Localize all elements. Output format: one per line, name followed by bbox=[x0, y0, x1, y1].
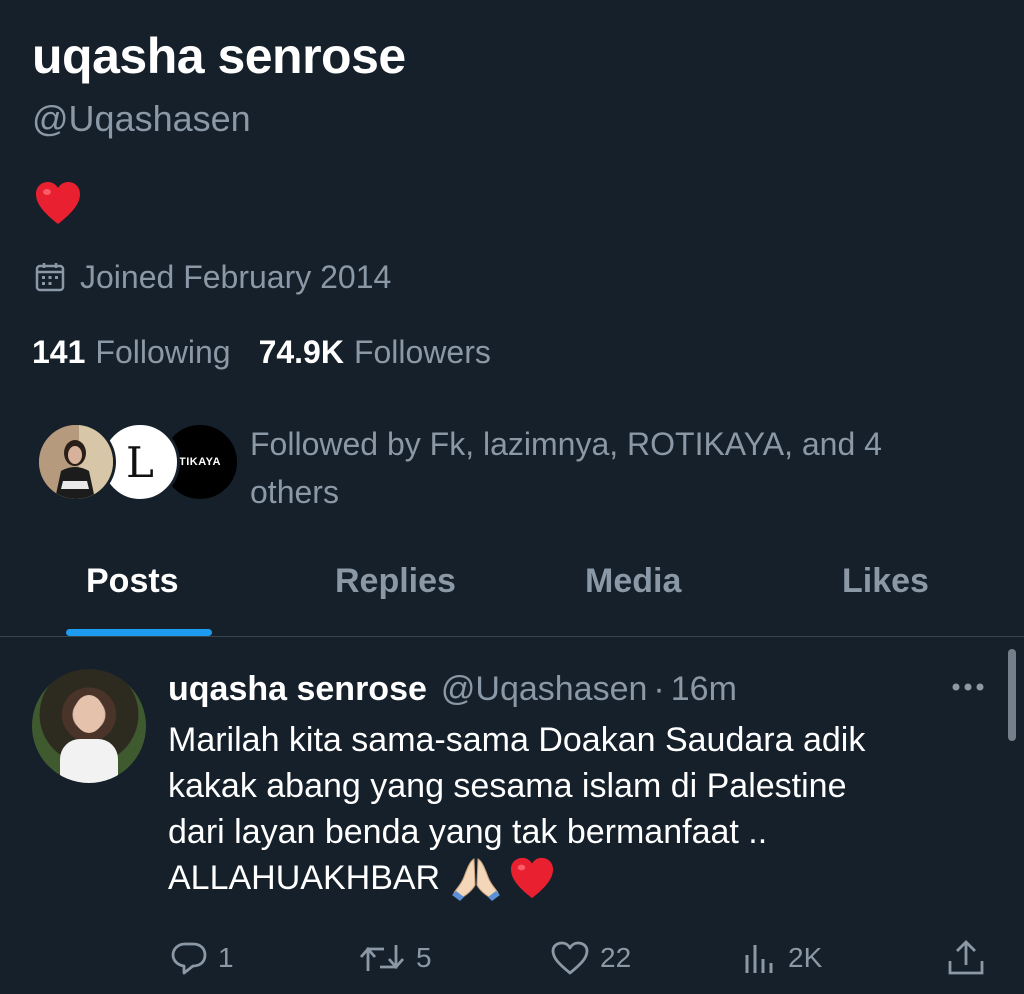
post-author-avatar[interactable] bbox=[32, 669, 146, 783]
profile-display-name: uqasha senrose bbox=[32, 28, 406, 84]
post-author-name[interactable]: uqasha senrose bbox=[168, 670, 427, 709]
post-text-line-last: ALLAHUAKHBAR bbox=[168, 855, 556, 901]
follow-stats: 141 Following 74.9K Followers bbox=[32, 330, 519, 374]
avatar-face bbox=[74, 695, 104, 733]
followers-label: Followers bbox=[353, 333, 491, 370]
followers-count: 74.9K bbox=[258, 333, 344, 370]
active-tab-indicator bbox=[66, 629, 212, 636]
reply-count: 1 bbox=[218, 942, 234, 973]
post-text: Marilah kita sama-sama Doakan Saudara ad… bbox=[168, 717, 988, 901]
like-count: 22 bbox=[600, 942, 632, 973]
heart-icon bbox=[551, 941, 589, 975]
post-text-line: ALLAHUAKHBAR bbox=[168, 859, 441, 897]
post-actions: 1 5 22 2K bbox=[0, 933, 1024, 983]
share-icon bbox=[948, 940, 984, 975]
tab-likes[interactable]: Likes bbox=[842, 556, 929, 606]
followers-link[interactable]: 74.9K Followers bbox=[259, 334, 491, 371]
bio-heart-emoji bbox=[34, 180, 84, 228]
reply-icon bbox=[171, 942, 207, 975]
following-link[interactable]: 141 Following bbox=[32, 334, 231, 371]
views-button[interactable]: 2K bbox=[742, 933, 822, 983]
share-button[interactable] bbox=[946, 933, 996, 983]
following-label: Following bbox=[95, 333, 231, 370]
views-count: 2K bbox=[788, 942, 823, 973]
repost-count: 5 bbox=[416, 942, 432, 973]
post-text-line: dari layan benda yang tak bermanfaat .. bbox=[168, 813, 768, 851]
avatar-shirt bbox=[60, 739, 118, 783]
views-chart-icon bbox=[745, 945, 773, 973]
follower-avatar-1 bbox=[36, 422, 116, 502]
calendar-icon bbox=[35, 263, 65, 292]
profile-page: uqasha senrose @Uqashasen Joined Februar… bbox=[0, 0, 1024, 994]
tab-replies[interactable]: Replies bbox=[335, 556, 456, 606]
post-text-line: Marilah kita sama-sama Doakan Saudara ad… bbox=[168, 721, 866, 759]
post-author-handle[interactable]: @Uqashasen bbox=[441, 670, 648, 709]
reply-button[interactable]: 1 bbox=[170, 933, 234, 983]
following-count: 141 bbox=[32, 333, 86, 370]
repost-icon bbox=[359, 945, 405, 971]
tab-media[interactable]: Media bbox=[585, 556, 681, 606]
more-options-icon[interactable] bbox=[946, 675, 990, 699]
followed-by-section[interactable]: L TIKAYA Followed by Fk, lazimnya, ROTIK… bbox=[36, 420, 996, 510]
folded-hands-emoji bbox=[452, 858, 501, 901]
followed-by-avatars: L TIKAYA bbox=[36, 422, 240, 504]
repost-button[interactable]: 5 bbox=[358, 933, 432, 983]
scrollbar[interactable] bbox=[1008, 649, 1016, 741]
post-item[interactable]: uqasha senrose @Uqashasen · 16m Marilah … bbox=[0, 637, 1024, 994]
profile-handle: @Uqashasen bbox=[32, 98, 251, 139]
like-button[interactable]: 22 bbox=[550, 933, 631, 983]
red-heart-emoji bbox=[511, 857, 554, 899]
profile-tabs: Posts Replies Media Likes bbox=[0, 540, 1024, 637]
followed-by-text: Followed by Fk, lazimnya, ROTIKAYA, and … bbox=[250, 426, 882, 510]
joined-date: Joined February 2014 bbox=[34, 256, 391, 298]
post-timestamp[interactable]: 16m bbox=[671, 670, 737, 709]
post-text-line: kakak abang yang sesama islam di Palesti… bbox=[168, 767, 847, 805]
tab-posts[interactable]: Posts bbox=[86, 556, 179, 606]
post-header: uqasha senrose @Uqashasen · 16m bbox=[168, 667, 737, 711]
joined-text: Joined February 2014 bbox=[80, 258, 392, 295]
post-separator: · bbox=[653, 669, 665, 708]
